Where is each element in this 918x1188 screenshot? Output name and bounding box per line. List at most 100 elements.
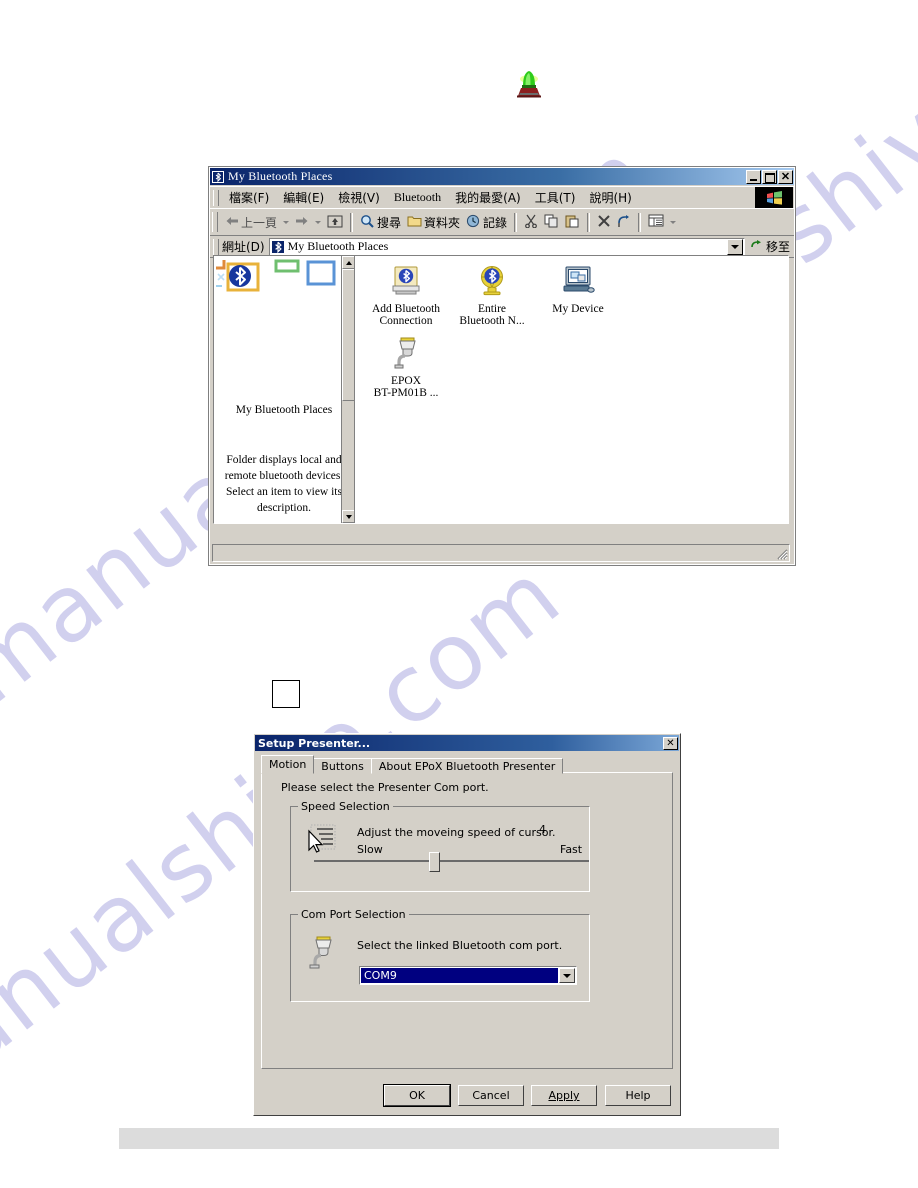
back-button[interactable]: 上一頁: [222, 212, 280, 233]
back-dropdown-arrow[interactable]: [283, 220, 290, 224]
com-port-combobox[interactable]: COM9: [359, 966, 577, 985]
folders-button-label: 資料夾: [424, 215, 461, 230]
menu-item-bluetooth[interactable]: Bluetooth: [387, 189, 448, 206]
item-label-line2: BT-PM01B ...: [373, 387, 439, 399]
dialog-titlebar[interactable]: Setup Presenter... ✕: [255, 735, 679, 751]
toolbar-separator: [638, 212, 642, 232]
toolbar-grip[interactable]: [212, 212, 218, 232]
views-button[interactable]: [645, 212, 667, 232]
item-add-bluetooth-connection[interactable]: Add Bluetooth Connection: [363, 264, 449, 327]
toolbar-separator: [587, 212, 591, 232]
search-button-label: 搜尋: [377, 215, 402, 230]
menubar-grip[interactable]: [213, 189, 219, 206]
menu-item-view[interactable]: 檢視(V): [331, 188, 387, 207]
dialog-title: Setup Presenter...: [258, 736, 371, 750]
com-port-selection-group: Com Port Selection Select the linked Blu…: [290, 908, 590, 1002]
my-bluetooth-places-window[interactable]: My Bluetooth Places ✕ 檔案(F) 編輯(E) 檢視(V) …: [208, 166, 796, 566]
help-button[interactable]: Help: [605, 1085, 671, 1106]
item-label-line1: My Device: [552, 303, 604, 315]
maximize-button[interactable]: [762, 169, 777, 184]
cut-button[interactable]: [521, 212, 541, 233]
paste-button[interactable]: [562, 212, 583, 233]
speed-slider-thumb[interactable]: [429, 852, 440, 872]
address-dropdown-button[interactable]: [726, 238, 743, 255]
forward-dropdown-arrow[interactable]: [315, 220, 322, 224]
back-button-label: 上一頁: [241, 215, 278, 230]
tab-about[interactable]: About EPoX Bluetooth Presenter: [370, 758, 564, 774]
bluetooth-icon: [271, 240, 284, 253]
views-icon: [648, 214, 664, 230]
chevron-down-icon: [730, 244, 739, 249]
menu-item-file[interactable]: 檔案(F): [222, 188, 276, 207]
setup-presenter-dialog[interactable]: Setup Presenter... ✕ Motion Buttons Abou…: [253, 733, 681, 1116]
cancel-button[interactable]: Cancel: [458, 1085, 524, 1106]
toolbar[interactable]: 上一頁 搜尋 資料夾 記錄: [210, 208, 794, 236]
forward-button[interactable]: [292, 213, 312, 232]
minimize-button[interactable]: [746, 169, 761, 184]
item-epox-bt-pm01b[interactable]: EPOX BT-PM01B ...: [363, 336, 449, 399]
my-device-computer-icon: [535, 264, 621, 300]
menu-item-tools[interactable]: 工具(T): [528, 188, 583, 207]
apply-button[interactable]: Apply: [531, 1085, 597, 1106]
com-port-selected-value: COM9: [361, 968, 558, 983]
back-arrow-icon: [225, 215, 239, 230]
resize-grip[interactable]: [775, 547, 788, 560]
menu-item-edit[interactable]: 編輯(E): [276, 188, 331, 207]
explorer-items-pane[interactable]: Add Bluetooth Connection Entire Bluetoot…: [354, 256, 788, 523]
speed-value: 4: [539, 823, 546, 836]
window-controls: ✕: [746, 169, 793, 184]
com-port-plug-icon: [305, 935, 339, 976]
item-my-device[interactable]: My Device: [535, 264, 621, 315]
item-entire-bluetooth-network[interactable]: Entire Bluetooth N...: [449, 264, 535, 327]
menu-item-favorites[interactable]: 我的最愛(A): [448, 188, 528, 207]
com-port-dropdown-button[interactable]: [559, 968, 575, 983]
speed-description: Adjust the moveing speed of cursor.: [357, 826, 556, 839]
green-beacon-light-icon: [513, 66, 545, 98]
item-label-line2: Connection: [379, 315, 433, 327]
explorer-client-area: My Bluetooth Places Folder displays loca…: [213, 255, 789, 524]
forward-arrow-icon: [295, 215, 309, 230]
tab-motion[interactable]: Motion: [261, 755, 315, 774]
scroll-down-button[interactable]: [342, 510, 354, 523]
bluetooth-serial-port-icon: [363, 336, 449, 372]
caret-down-icon: [345, 514, 352, 519]
history-button[interactable]: 記錄: [463, 212, 510, 233]
left-pane-scrollbar[interactable]: [341, 256, 354, 523]
toolbar-separator: [514, 212, 518, 232]
search-button[interactable]: 搜尋: [357, 212, 404, 233]
dialog-close-button[interactable]: ✕: [663, 736, 678, 750]
speed-max-label: Fast: [560, 843, 583, 856]
views-dropdown-arrow[interactable]: [670, 220, 677, 224]
address-input[interactable]: My Bluetooth Places: [268, 237, 745, 256]
menu-item-help[interactable]: 說明(H): [582, 188, 638, 207]
page-footer-bar: [119, 1128, 779, 1149]
speed-slider-track[interactable]: [314, 860, 589, 862]
addressbar-grip[interactable]: [213, 238, 219, 255]
history-button-label: 記錄: [483, 215, 508, 230]
scroll-up-button[interactable]: [342, 256, 354, 269]
go-button[interactable]: 移至: [745, 238, 794, 255]
windows-logo-banner: [755, 187, 793, 208]
close-button[interactable]: ✕: [778, 169, 793, 184]
copy-icon: [544, 214, 559, 231]
status-bar: [212, 544, 790, 562]
bluetooth-icon: [212, 170, 224, 183]
ok-button[interactable]: OK: [384, 1085, 450, 1106]
up-button[interactable]: [324, 212, 346, 233]
history-icon: [466, 214, 481, 231]
delete-button[interactable]: [594, 212, 614, 233]
com-port-description: Select the linked Bluetooth com port.: [357, 939, 563, 952]
copy-button[interactable]: [541, 212, 562, 233]
undo-button[interactable]: [614, 212, 634, 233]
scrollbar-thumb[interactable]: [342, 269, 354, 401]
go-button-label: 移至: [765, 240, 790, 254]
item-label-line1: Entire: [477, 303, 507, 315]
window-titlebar[interactable]: My Bluetooth Places ✕: [210, 168, 794, 185]
menu-bar[interactable]: 檔案(F) 編輯(E) 檢視(V) Bluetooth 我的最愛(A) 工具(T…: [210, 186, 794, 208]
folders-button[interactable]: 資料夾: [404, 212, 463, 233]
chevron-down-icon: [563, 973, 571, 978]
tab-buttons[interactable]: Buttons: [313, 758, 372, 774]
dialog-tabstrip[interactable]: Motion Buttons About EPoX Bluetooth Pres…: [261, 755, 564, 774]
item-label-line1: EPOX: [390, 375, 422, 387]
bluetooth-banner-icon: [214, 256, 354, 302]
